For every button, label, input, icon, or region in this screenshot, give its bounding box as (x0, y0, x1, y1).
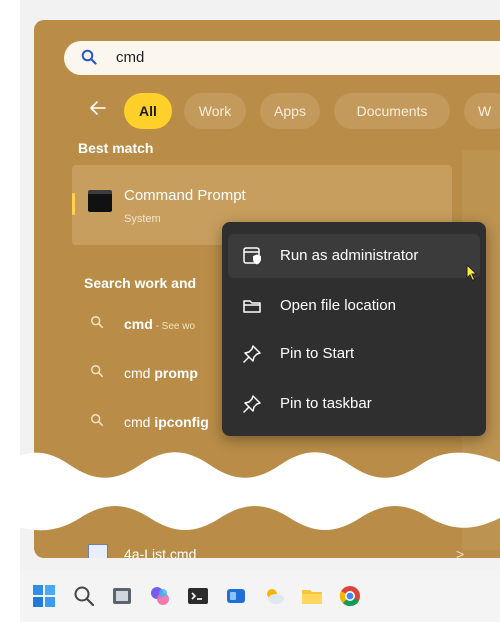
search-icon (90, 364, 104, 383)
result-title: Command Prompt (124, 187, 246, 204)
tab-more[interactable]: W (464, 93, 500, 129)
search-section-heading: Search work and (84, 275, 197, 291)
search-icon (81, 49, 97, 70)
chrome-icon[interactable] (338, 584, 362, 608)
pin-icon (242, 394, 262, 419)
start-icon[interactable] (32, 584, 56, 608)
suggestion-bold-text: ipconfig (154, 414, 209, 430)
search-query: cmd (116, 49, 145, 66)
widgets-icon[interactable] (224, 584, 248, 608)
menu-item-label: Pin to Start (280, 345, 355, 362)
suggestion-text: cmd (124, 414, 155, 430)
taskbar (20, 570, 500, 622)
menu-item-label: Run as administrator (280, 247, 419, 264)
explorer-icon[interactable] (300, 584, 324, 608)
shield-window-icon (242, 246, 262, 271)
terminal-icon[interactable] (186, 584, 210, 608)
suggestion-suffix: - See wo (152, 321, 196, 332)
menu-item-label: Open file location (280, 297, 396, 314)
torn-edge-mask (0, 452, 500, 531)
search-icon[interactable] (72, 584, 96, 608)
context-menu: Run as administrator Open file location … (222, 222, 486, 436)
tab-all[interactable]: All (124, 93, 172, 129)
mouse-cursor-icon (466, 263, 478, 287)
menu-item-pin-to-taskbar[interactable]: Pin to taskbar (228, 382, 480, 426)
pin-icon (242, 344, 262, 369)
weather-icon[interactable] (262, 584, 286, 608)
best-match-heading: Best match (78, 140, 154, 156)
back-arrow-icon[interactable] (88, 98, 108, 123)
tab-documents[interactable]: Documents (334, 93, 450, 129)
command-prompt-icon (88, 190, 112, 212)
tab-apps[interactable]: Apps (260, 93, 320, 129)
menu-item-label: Pin to taskbar (280, 395, 372, 412)
tab-work[interactable]: Work (184, 93, 246, 129)
search-input[interactable]: cmd (64, 41, 500, 75)
suggestion-text: cmd (124, 365, 155, 381)
menu-item-pin-to-start[interactable]: Pin to Start (228, 332, 480, 376)
folder-icon (242, 296, 262, 321)
suggestion-bold-text: cmd (124, 316, 153, 332)
menu-item-open-file-location[interactable]: Open file location (228, 284, 480, 328)
selection-indicator (72, 193, 75, 215)
copilot-icon[interactable] (148, 584, 172, 608)
search-icon (90, 413, 104, 432)
app-icon[interactable] (110, 584, 134, 608)
search-icon (90, 315, 104, 334)
result-subtitle: System (124, 213, 161, 225)
menu-item-run-as-administrator[interactable]: Run as administrator (228, 234, 480, 278)
suggestion-bold-text: promp (154, 365, 198, 381)
